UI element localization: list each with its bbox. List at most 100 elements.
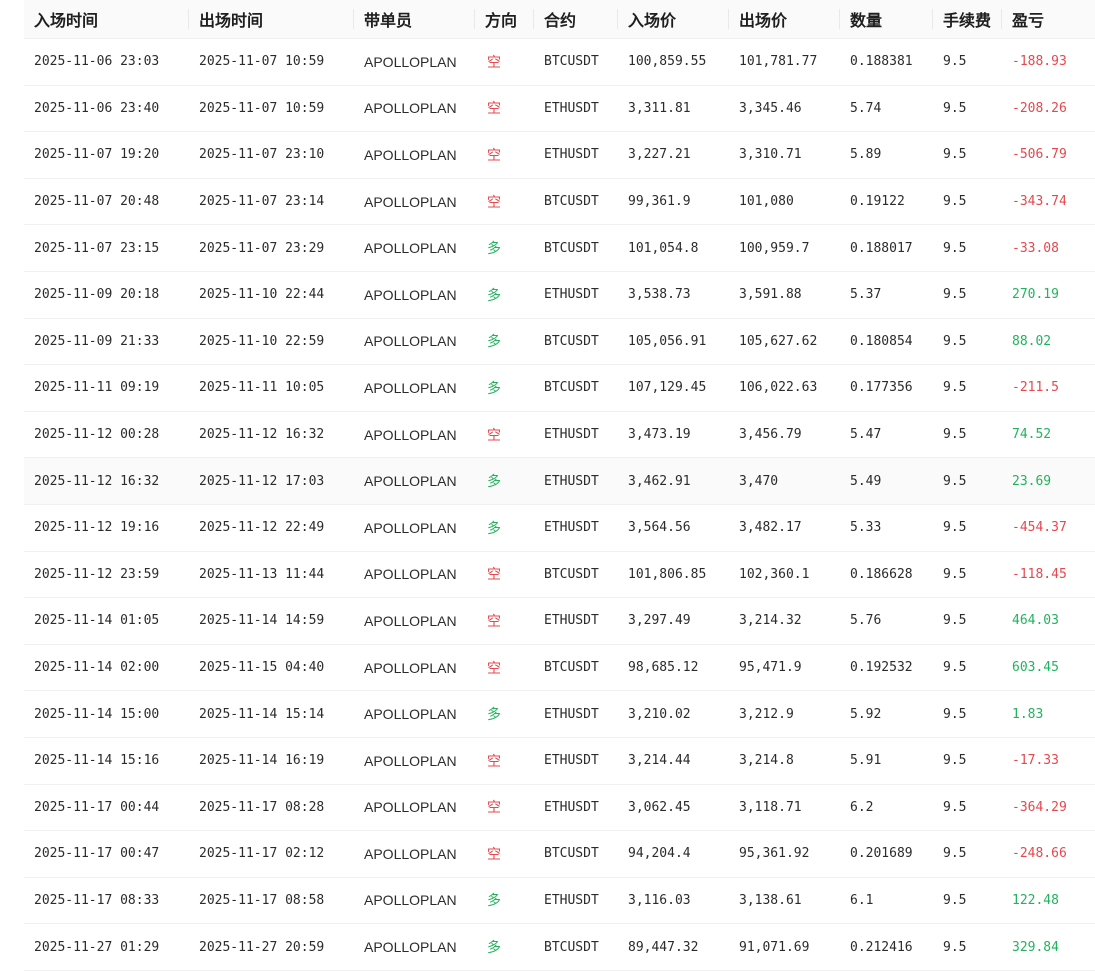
entry-price-cell: 3,473.19 [618,411,729,459]
header-direction-label: 方向 [485,11,518,30]
table-row[interactable]: 2025-11-07 19:20 2025-11-07 23:10 APOLLOPL… [24,131,1095,179]
trader-cell: APOLLOPLAN [354,737,475,785]
contract-cell: BTCUSDT [534,364,618,412]
exit-time-cell: 2025-11-15 04:40 [189,644,354,692]
header-fee-label: 手续费 [943,11,992,30]
direction-cell: 空 [475,131,534,179]
pnl-cell: -506.79 [1002,131,1095,179]
direction-cell: 空 [475,644,534,692]
header-fee[interactable]: 手续费 [933,0,1002,39]
pnl-cell: -208.26 [1002,85,1095,133]
table-row[interactable]: 2025-11-06 23:40 2025-11-07 10:59 APOLLOPL… [24,85,1095,133]
exit-price-cell: 91,071.69 [729,923,840,971]
exit-time-cell: 2025-11-07 23:10 [189,131,354,179]
exit-time-cell: 2025-11-12 16:32 [189,411,354,459]
quantity-cell: 5.37 [840,271,933,319]
entry-time-cell: 2025-11-17 00:47 [24,830,189,878]
exit-price-cell: 3,310.71 [729,131,840,179]
fee-cell: 9.5 [933,784,1002,832]
exit-price-cell: 102,360.1 [729,551,840,599]
direction-cell: 空 [475,551,534,599]
header-exit-time[interactable]: 出场时间 [189,0,354,39]
trader-cell: APOLLOPLAN [354,457,475,505]
pnl-cell: -211.5 [1002,364,1095,412]
exit-time-cell: 2025-11-11 10:05 [189,364,354,412]
entry-time-cell: 2025-11-12 23:59 [24,551,189,599]
entry-price-cell: 101,806.85 [618,551,729,599]
exit-price-cell: 3,470 [729,457,840,505]
fee-cell: 9.5 [933,178,1002,226]
pnl-cell: -33.08 [1002,224,1095,272]
trader-cell: APOLLOPLAN [354,38,475,86]
quantity-cell: 5.92 [840,690,933,738]
table-row[interactable]: 2025-11-17 00:44 2025-11-17 08:28 APOLLOPL… [24,784,1095,832]
header-contract[interactable]: 合约 [534,0,618,39]
header-direction[interactable]: 方向 [475,0,534,39]
fee-cell: 9.5 [933,830,1002,878]
table-row[interactable]: 2025-11-09 20:18 2025-11-10 22:44 APOLLOPL… [24,271,1095,319]
table-row[interactable]: 2025-11-14 01:05 2025-11-14 14:59 APOLLOPL… [24,597,1095,645]
table-row[interactable]: 2025-11-09 21:33 2025-11-10 22:59 APOLLOPL… [24,318,1095,366]
direction-cell: 空 [475,737,534,785]
header-entry-price-label: 入场价 [628,11,677,30]
header-exit-price[interactable]: 出场价 [729,0,840,39]
quantity-cell: 0.180854 [840,318,933,366]
fee-cell: 9.5 [933,224,1002,272]
header-entry-time[interactable]: 入场时间 [24,0,189,39]
exit-time-cell: 2025-11-27 20:59 [189,923,354,971]
table-row[interactable]: 2025-11-12 19:16 2025-11-12 22:49 APOLLOPL… [24,504,1095,552]
quantity-cell: 5.47 [840,411,933,459]
trader-cell: APOLLOPLAN [354,318,475,366]
table-row[interactable]: 2025-11-11 09:19 2025-11-11 10:05 APOLLOPL… [24,364,1095,412]
quantity-cell: 0.188017 [840,224,933,272]
contract-cell: ETHUSDT [534,271,618,319]
entry-time-cell: 2025-11-27 01:29 [24,923,189,971]
table-row[interactable]: 2025-11-14 15:00 2025-11-14 15:14 APOLLOPL… [24,690,1095,738]
direction-cell: 多 [475,271,534,319]
table-row[interactable]: 2025-11-07 23:15 2025-11-07 23:29 APOLLOPL… [24,224,1095,272]
entry-time-cell: 2025-11-12 16:32 [24,457,189,505]
trader-cell: APOLLOPLAN [354,224,475,272]
header-entry-price[interactable]: 入场价 [618,0,729,39]
header-pnl[interactable]: 盈亏 [1002,0,1095,39]
exit-price-cell: 106,022.63 [729,364,840,412]
header-contract-label: 合约 [544,11,577,30]
entry-price-cell: 3,538.73 [618,271,729,319]
direction-cell: 多 [475,457,534,505]
trader-cell: APOLLOPLAN [354,271,475,319]
table-row[interactable]: 2025-11-27 01:29 2025-11-27 20:59 APOLLOPL… [24,923,1095,971]
table-row[interactable]: 2025-11-12 16:32 2025-11-12 17:03 APOLLOPL… [24,457,1095,505]
table-row[interactable]: 2025-11-12 23:59 2025-11-13 11:44 APOLLOPL… [24,551,1095,599]
pnl-cell: -343.74 [1002,178,1095,226]
contract-cell: BTCUSDT [534,923,618,971]
table-row[interactable]: 2025-11-14 15:16 2025-11-14 16:19 APOLLOPL… [24,737,1095,785]
header-trader-label: 带单员 [364,11,413,30]
contract-cell: BTCUSDT [534,38,618,86]
trader-cell: APOLLOPLAN [354,784,475,832]
quantity-cell: 0.188381 [840,38,933,86]
table-row[interactable]: 2025-11-07 20:48 2025-11-07 23:14 APOLLOPL… [24,178,1095,226]
trader-cell: APOLLOPLAN [354,690,475,738]
header-quantity[interactable]: 数量 [840,0,933,39]
exit-price-cell: 95,471.9 [729,644,840,692]
entry-price-cell: 94,204.4 [618,830,729,878]
quantity-cell: 5.74 [840,85,933,133]
contract-cell: BTCUSDT [534,644,618,692]
trader-cell: APOLLOPLAN [354,551,475,599]
table-row[interactable]: 2025-11-14 02:00 2025-11-15 04:40 APOLLOPL… [24,644,1095,692]
header-trader[interactable]: 带单员 [354,0,475,39]
contract-cell: ETHUSDT [534,784,618,832]
table-row[interactable]: 2025-11-12 00:28 2025-11-12 16:32 APOLLOPL… [24,411,1095,459]
table-row[interactable]: 2025-11-17 08:33 2025-11-17 08:58 APOLLOPL… [24,877,1095,925]
trade-history-table: 入场时间 出场时间 带单员 方向 合约 入场价 出场价 数量 手续费 盈亏 20… [24,0,1095,971]
trader-cell: APOLLOPLAN [354,644,475,692]
quantity-cell: 5.76 [840,597,933,645]
fee-cell: 9.5 [933,923,1002,971]
table-row[interactable]: 2025-11-06 23:03 2025-11-07 10:59 APOLLOPL… [24,38,1095,86]
quantity-cell: 6.1 [840,877,933,925]
exit-price-cell: 3,482.17 [729,504,840,552]
fee-cell: 9.5 [933,597,1002,645]
direction-cell: 空 [475,85,534,133]
exit-price-cell: 3,591.88 [729,271,840,319]
table-row[interactable]: 2025-11-17 00:47 2025-11-17 02:12 APOLLOPL… [24,830,1095,878]
